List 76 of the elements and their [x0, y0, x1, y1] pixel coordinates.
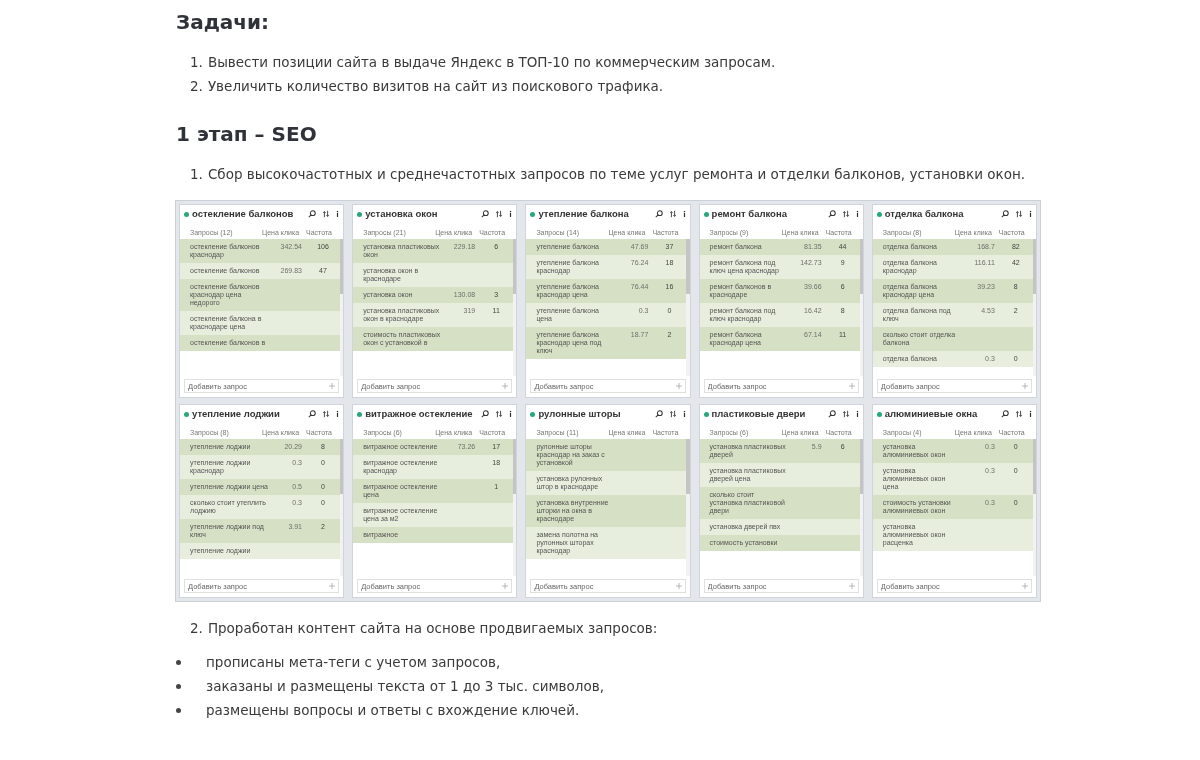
scrollbar-thumb[interactable] — [1032, 239, 1036, 294]
search-icon[interactable] — [1001, 410, 1009, 418]
section-heading: Задачи: — [176, 9, 271, 36]
status-dot — [184, 412, 189, 417]
search-icon[interactable] — [481, 210, 490, 218]
sort-icon[interactable] — [841, 210, 850, 218]
group-title: алюминиевые окна — [884, 409, 979, 419]
more-icon[interactable] — [855, 210, 859, 218]
list-item-text: прописаны мета-теги с учетом запросов, — [206, 653, 501, 672]
sort-icon[interactable] — [495, 410, 504, 418]
scrollbar-thumb[interactable] — [340, 439, 344, 494]
list-number: 2. — [190, 77, 203, 96]
more-icon[interactable] — [855, 410, 859, 418]
group-title: утепление балкона — [538, 209, 630, 219]
group-title: отделка балкона — [884, 209, 965, 219]
group-title: ремонт балкона — [711, 209, 788, 219]
group-title: витражное остекление — [365, 409, 474, 419]
scrollbar-thumb[interactable] — [686, 439, 690, 494]
status-dot — [703, 212, 709, 217]
scrollbar-thumb[interactable] — [686, 239, 690, 294]
search-icon[interactable] — [308, 410, 317, 418]
group-title: утепление лоджии — [192, 409, 281, 419]
section-heading: 1 этап – SEO — [176, 121, 318, 148]
status-dot — [184, 212, 189, 217]
scrollbar-thumb[interactable] — [340, 239, 344, 294]
sort-icon[interactable] — [668, 410, 677, 418]
list-number: 1. — [190, 165, 203, 184]
sort-icon[interactable] — [1015, 410, 1023, 418]
sort-icon[interactable] — [322, 410, 331, 418]
scrollbar-thumb[interactable] — [513, 239, 517, 294]
search-icon[interactable] — [827, 210, 836, 218]
list-item-text: заказаны и размещены текста от 1 до 3 тыс. символов, — [206, 677, 604, 696]
scrollbar-thumb[interactable] — [859, 239, 863, 294]
scrollbar-thumb[interactable] — [513, 439, 517, 494]
search-icon[interactable] — [481, 410, 490, 418]
search-icon[interactable] — [654, 410, 663, 418]
group-title: пластиковые двери — [711, 409, 807, 419]
more-icon[interactable] — [1029, 410, 1032, 418]
list-item-text: Вывести позиции сайта в выдаче Яндекс в ТОП-10 по коммерческим запросам. — [207, 53, 776, 72]
list-item-text: Проработан контент сайта на основе продвигаемых запросов: — [207, 619, 658, 638]
status-dot — [703, 412, 709, 417]
status-dot — [530, 412, 536, 417]
more-icon[interactable] — [682, 210, 686, 218]
sort-icon[interactable] — [668, 210, 677, 218]
more-icon[interactable] — [509, 410, 513, 418]
search-icon[interactable] — [654, 210, 663, 218]
status-dot — [876, 212, 882, 217]
list-item-text: Сбор высокочастотных и среднечастотных запросов по теме услуг ремонта и отделки балконов, установки окон. — [207, 165, 1026, 184]
group-title: остекление балконов — [192, 209, 295, 219]
scrollbar-thumb[interactable] — [1032, 439, 1036, 494]
search-icon[interactable] — [827, 410, 836, 418]
sort-icon[interactable] — [495, 210, 504, 218]
status-dot — [876, 412, 882, 417]
search-icon[interactable] — [308, 210, 317, 218]
list-number: 2. — [190, 619, 203, 638]
search-icon[interactable] — [1001, 210, 1009, 218]
more-icon[interactable] — [336, 210, 340, 218]
bullet-icon — [176, 683, 181, 689]
group-title: рулонные шторы — [538, 409, 622, 419]
sort-icon[interactable] — [322, 210, 331, 218]
sort-icon[interactable] — [1015, 210, 1023, 218]
status-dot — [357, 212, 363, 217]
list-item-text: размещены вопросы и ответы с вхождение ключей. — [206, 701, 580, 720]
status-dot — [530, 212, 536, 217]
list-item-text: Увеличить количество визитов на сайт из поискового трафика. — [207, 77, 664, 96]
group-title: установка окон — [365, 209, 439, 219]
sort-icon[interactable] — [841, 410, 850, 418]
bullet-icon — [176, 707, 181, 713]
bullet-icon — [176, 659, 181, 665]
more-icon[interactable] — [1029, 210, 1032, 218]
scrollbar-thumb[interactable] — [859, 439, 863, 494]
more-icon[interactable] — [336, 410, 340, 418]
more-icon[interactable] — [682, 410, 686, 418]
more-icon[interactable] — [509, 210, 513, 218]
status-dot — [357, 412, 363, 417]
list-number: 1. — [190, 53, 203, 72]
